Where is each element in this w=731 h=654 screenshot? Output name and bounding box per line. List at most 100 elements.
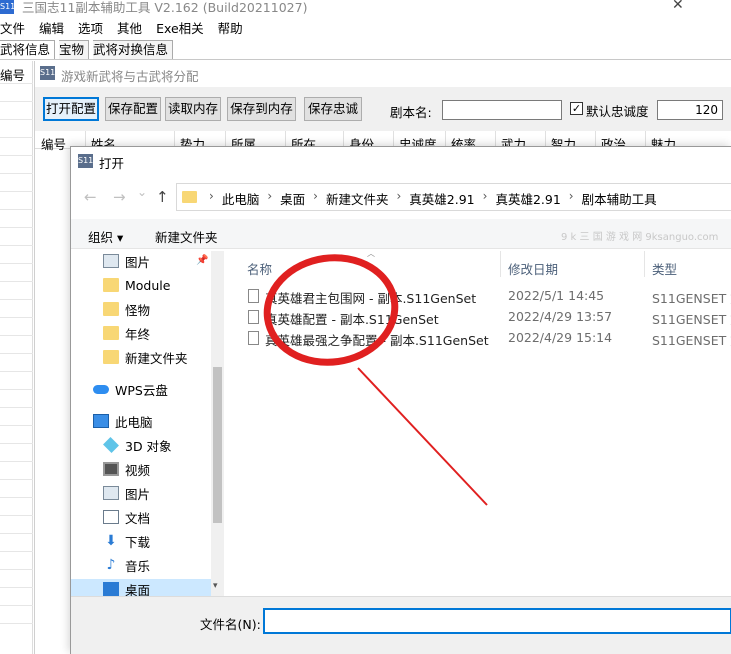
nav-item-downloads[interactable]: ⬇ 下载 [103, 531, 150, 551]
folder-icon [103, 278, 119, 292]
file-type: S11GENSET 文 [652, 291, 731, 306]
back-arrow-icon[interactable]: ← [84, 188, 97, 206]
grid-line [0, 497, 33, 498]
nav-scrollbar[interactable]: ▾ [211, 251, 224, 596]
grid-line [0, 479, 33, 480]
tab-treasures[interactable]: 宝物 [59, 40, 90, 59]
nav-item-label: 下载 [125, 534, 151, 550]
open-config-button[interactable]: 打开配置 [43, 97, 99, 121]
grid-line [0, 461, 33, 462]
column-type[interactable]: 类型 [652, 259, 677, 278]
left-id-column: 编号 [0, 61, 33, 654]
picture-icon [103, 486, 119, 500]
grid-line [0, 371, 33, 372]
grid-line [0, 281, 33, 282]
save-to-memory-button[interactable]: 保存到内存 [227, 97, 296, 121]
breadcrumb-zyx-2[interactable]: 真英雄2.91 [495, 189, 560, 208]
menu-options[interactable]: 选项 [78, 19, 103, 39]
forward-arrow-icon[interactable]: → [113, 188, 126, 206]
nav-item-module[interactable]: Module [103, 275, 170, 295]
nav-item-pictures[interactable]: 图片 [103, 483, 150, 503]
grid-line [0, 101, 33, 102]
app-titlebar: S11 三国志11副本辅助工具 V2.162 (Build20211027) ✕ [0, 0, 731, 17]
file-type: S11GENSET 文 [652, 333, 731, 348]
breadcrumb-desktop[interactable]: 桌面 [280, 189, 305, 208]
grid-line [0, 533, 33, 534]
nav-item-desktop[interactable]: 桌面 [71, 579, 211, 596]
nav-item-music[interactable]: ♪ 音乐 [103, 555, 150, 575]
nav-item-label: 新建文件夹 [125, 350, 188, 366]
grid-line [0, 83, 33, 84]
nav-item-videos[interactable]: 视频 [103, 459, 150, 479]
close-icon[interactable]: ✕ [672, 0, 684, 13]
breadcrumb-new-folder[interactable]: 新建文件夹 [326, 189, 389, 208]
column-date[interactable]: 修改日期 [508, 259, 558, 278]
column-separator [644, 251, 645, 277]
file-row[interactable]: 真英雄最强之争配置 - 副本.S11GenSet 2022/4/29 15:14… [243, 328, 731, 349]
tab-general-swap[interactable]: 武将对换信息 [93, 40, 174, 59]
nav-item-this-pc[interactable]: 此电脑 [93, 411, 153, 431]
new-folder-button[interactable]: 新建文件夹 [155, 227, 218, 246]
breadcrumb-tool[interactable]: 剧本辅助工具 [582, 189, 657, 208]
nav-item-new-folder[interactable]: 新建文件夹 [103, 347, 188, 367]
nav-item-documents[interactable]: 文档 [103, 507, 150, 527]
command-bar: 组织 ▾ 新建文件夹 9 k 三 国 游 戏 网 9ksanguo.com [71, 219, 731, 249]
tab-general-info[interactable]: 武将信息 [0, 40, 56, 59]
app-title: 三国志11副本辅助工具 V2.162 (Build20211027) [22, 0, 308, 15]
nav-item-label: 图片 [125, 486, 151, 502]
grid-line [0, 119, 33, 120]
menu-edit[interactable]: 编辑 [39, 19, 64, 39]
up-arrow-icon[interactable]: ↑ [156, 188, 169, 206]
breadcrumb-zyx-1[interactable]: 真英雄2.91 [409, 189, 474, 208]
menu-file[interactable]: 文件 [0, 19, 25, 39]
nav-item-label: WPS云盘 [115, 382, 168, 398]
recent-dropdown-icon[interactable]: ⌄ [137, 185, 147, 199]
file-row[interactable]: 真英雄君主包围网 - 副本.S11GenSet 2022/5/1 14:45 S… [243, 286, 731, 307]
nav-item-label: 怪物 [125, 302, 151, 318]
read-memory-button[interactable]: 读取内存 [165, 97, 221, 121]
desktop-icon [103, 582, 119, 596]
default-loyalty-checkbox[interactable]: ✓ [570, 102, 583, 115]
grid-line [0, 137, 33, 138]
file-name: 真英雄配置 - 副本.S11GenSet [265, 312, 439, 327]
dialog-footer: 文件名(N): [71, 596, 731, 654]
nav-item-monster[interactable]: 怪物 [103, 299, 150, 319]
scrollbar-thumb[interactable] [213, 367, 222, 523]
address-box[interactable]: › 此电脑 › 桌面 › 新建文件夹 › 真英雄2.91 › 真英雄2.91 ›… [176, 183, 731, 211]
script-name-input[interactable] [442, 100, 562, 120]
grid-line [0, 191, 33, 192]
file-icon [248, 289, 259, 303]
nav-item-3d-objects[interactable]: 3D 对象 [103, 435, 172, 455]
th-id[interactable]: 编号 [41, 134, 66, 153]
breadcrumb-this-pc[interactable]: 此电脑 [222, 189, 260, 208]
file-date: 2022/5/1 14:45 [508, 288, 605, 303]
menu-exe[interactable]: Exe相关 [156, 19, 204, 39]
save-config-button[interactable]: 保存配置 [105, 97, 161, 121]
filename-label: 文件名(N): [200, 617, 261, 632]
scroll-down-icon[interactable]: ▾ [213, 581, 218, 591]
nav-item-pictures-pinned[interactable]: 图片 [103, 251, 150, 271]
grid-line [0, 317, 33, 318]
nav-item-wps-cloud[interactable]: WPS云盘 [93, 379, 168, 399]
file-row[interactable]: 真英雄配置 - 副本.S11GenSet 2022/4/29 13:57 S11… [243, 307, 731, 328]
script-name-label: 剧本名: [390, 105, 432, 120]
save-loyalty-button[interactable]: 保存忠诚 [304, 97, 362, 121]
grid-line [0, 263, 33, 264]
grid-line [0, 245, 33, 246]
menu-help[interactable]: 帮助 [218, 19, 243, 39]
filename-input[interactable] [263, 608, 731, 634]
picture-icon [103, 254, 119, 268]
column-name[interactable]: 名称 [247, 259, 272, 278]
file-name: 真英雄最强之争配置 - 副本.S11GenSet [265, 333, 489, 348]
menu-other[interactable]: 其他 [117, 19, 142, 39]
grid-line [0, 407, 33, 408]
pin-icon[interactable]: 📌 [196, 255, 208, 266]
sort-ascending-icon: ︿ [367, 249, 375, 258]
watermark: 9 k 三 国 游 戏 网 9ksanguo.com [561, 232, 719, 243]
dialog-titlebar: S11 打开 [71, 147, 731, 177]
computer-icon [93, 414, 109, 428]
nav-item-label: 图片 [125, 254, 151, 270]
organize-button[interactable]: 组织 ▾ [88, 227, 123, 246]
default-loyalty-input[interactable]: 120 [657, 100, 723, 120]
nav-item-year-end[interactable]: 年终 [103, 323, 150, 343]
